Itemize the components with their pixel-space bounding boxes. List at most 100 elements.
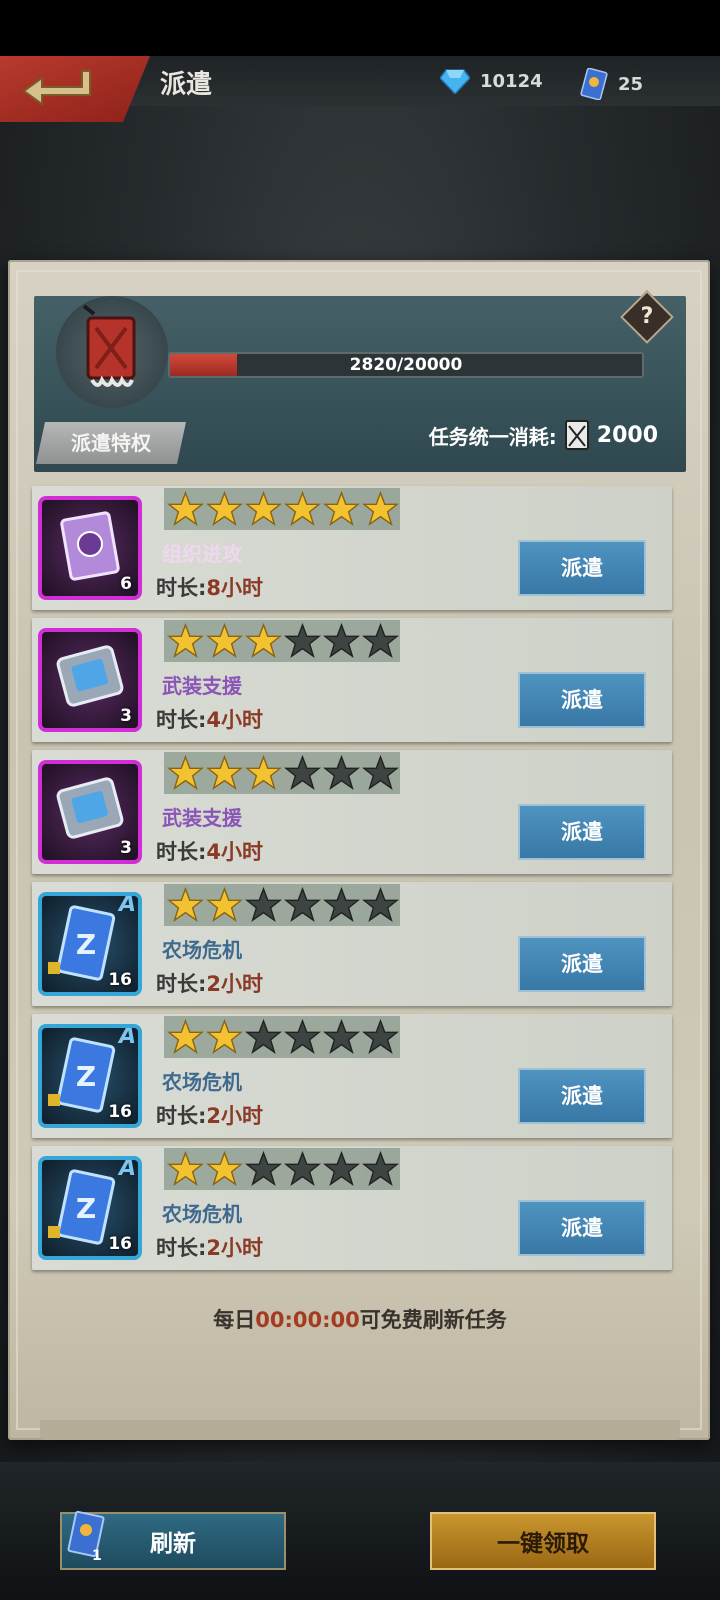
dispatch-button[interactable]: 派遣 (518, 672, 646, 728)
reward-item-icon[interactable]: Z A 16 (38, 1024, 142, 1128)
grade-badge: A (118, 1156, 136, 1181)
star-filled-icon (361, 490, 400, 529)
star-empty-icon (244, 1150, 283, 1189)
star-rating (164, 884, 400, 926)
duration-value: 4小时 (206, 840, 264, 864)
dispatch-button[interactable]: 派遣 (518, 936, 646, 992)
diamond-count: 10124 (480, 70, 543, 92)
reward-item-icon[interactable]: Z A 16 (38, 892, 142, 996)
task-name: 农场危机 (162, 938, 242, 962)
fuel-can-icon (564, 420, 589, 450)
task-name: 农场危机 (162, 1202, 242, 1226)
task-duration: 时长:8小时 (156, 572, 263, 602)
dispatch-button[interactable]: 派遣 (518, 540, 646, 596)
daily-refresh-time: 00:00:00 (255, 1308, 360, 1332)
ticket-count: 25 (618, 73, 644, 95)
star-filled-icon (205, 886, 244, 925)
grade-badge: A (118, 892, 136, 917)
task-name: 农场危机 (162, 1070, 242, 1094)
duration-value: 2小时 (206, 972, 264, 996)
star-filled-icon (244, 622, 283, 661)
dispatch-button[interactable]: 派遣 (518, 1068, 646, 1124)
star-empty-icon (283, 886, 322, 925)
star-empty-icon (283, 754, 322, 793)
star-filled-icon (166, 490, 205, 529)
dispatch-button[interactable]: 派遣 (518, 1200, 646, 1256)
star-empty-icon (361, 754, 400, 793)
star-empty-icon (244, 886, 283, 925)
task-card: Z A 16 农场危机 时长:2小时 派遣 (32, 1146, 672, 1270)
fuel-canister-icon (56, 296, 168, 408)
task-card: Z A 16 农场危机 时长:2小时 派遣 (32, 882, 672, 1006)
duration-label: 时长: (156, 1236, 207, 1260)
task-duration: 时长:2小时 (156, 1232, 263, 1262)
reward-item-icon[interactable]: 3 (38, 628, 142, 732)
star-filled-icon (166, 1018, 205, 1057)
reward-count: 16 (108, 970, 132, 990)
star-empty-icon (244, 1018, 283, 1057)
diamond-icon (440, 69, 470, 94)
task-name: 武装支援 (162, 806, 242, 830)
dispatch-privilege-button[interactable]: 派遣特权 (36, 422, 186, 464)
reward-count: 3 (120, 838, 132, 858)
star-filled-icon (322, 490, 361, 529)
duration-label: 时长: (156, 576, 207, 600)
star-rating (164, 1148, 400, 1190)
reward-count: 3 (120, 706, 132, 726)
star-filled-icon (166, 754, 205, 793)
page-title: 派遣 (160, 70, 213, 100)
task-card: 3 武装支援 时长:4小时 派遣 (32, 618, 672, 742)
star-empty-icon (361, 1150, 400, 1189)
paper-edge (40, 1420, 680, 1440)
status-bar (0, 0, 720, 56)
reward-item-icon[interactable]: 6 (38, 496, 142, 600)
ticket-icon (580, 68, 608, 100)
task-card: Z A 16 农场危机 时长:2小时 派遣 (32, 1014, 672, 1138)
star-filled-icon (166, 1150, 205, 1189)
star-empty-icon (322, 622, 361, 661)
star-filled-icon (283, 490, 322, 529)
dispatch-button[interactable]: 派遣 (518, 804, 646, 860)
star-empty-icon (322, 1018, 361, 1057)
star-filled-icon (166, 622, 205, 661)
progress-text: 2820/20000 (349, 355, 463, 375)
ticket-counter: 25 (580, 68, 643, 100)
star-empty-icon (322, 754, 361, 793)
daily-prefix: 每日 (213, 1308, 256, 1332)
star-empty-icon (322, 886, 361, 925)
star-filled-icon (166, 886, 205, 925)
daily-refresh-note: 每日00:00:00可免费刷新任务 (0, 1304, 720, 1334)
task-duration: 时长:2小时 (156, 1100, 263, 1130)
star-filled-icon (244, 754, 283, 793)
task-name: 组织进攻 (162, 542, 242, 566)
star-filled-icon (205, 1150, 244, 1189)
reward-item-icon[interactable]: Z A 16 (38, 1156, 142, 1260)
claim-all-label: 一键领取 (497, 1531, 589, 1557)
refresh-ticket-count: 1 (92, 1548, 102, 1564)
daily-suffix: 可免费刷新任务 (359, 1308, 507, 1332)
star-filled-icon (205, 490, 244, 529)
star-empty-icon (322, 1150, 361, 1189)
reward-item-icon[interactable]: 3 (38, 760, 142, 864)
star-empty-icon (283, 1150, 322, 1189)
back-arrow-icon (22, 70, 91, 106)
duration-value: 8小时 (206, 576, 264, 600)
reward-count: 16 (108, 1234, 132, 1254)
dispatch-progress-bar: 2820/20000 (168, 352, 644, 378)
duration-value: 4小时 (206, 708, 264, 732)
claim-all-button[interactable]: 一键领取 (430, 1512, 656, 1570)
star-filled-icon (205, 622, 244, 661)
duration-label: 时长: (156, 840, 207, 864)
star-rating (164, 752, 400, 794)
star-rating (164, 1016, 400, 1058)
star-rating (164, 488, 400, 530)
duration-label: 时长: (156, 972, 207, 996)
help-icon: ? (640, 304, 654, 329)
svg-text:Z: Z (76, 1192, 96, 1225)
task-duration: 时长:4小时 (156, 704, 263, 734)
star-empty-icon (361, 622, 400, 661)
svg-text:Z: Z (76, 928, 96, 961)
star-filled-icon (205, 1018, 244, 1057)
duration-value: 2小时 (206, 1104, 264, 1128)
task-duration: 时长:2小时 (156, 968, 263, 998)
